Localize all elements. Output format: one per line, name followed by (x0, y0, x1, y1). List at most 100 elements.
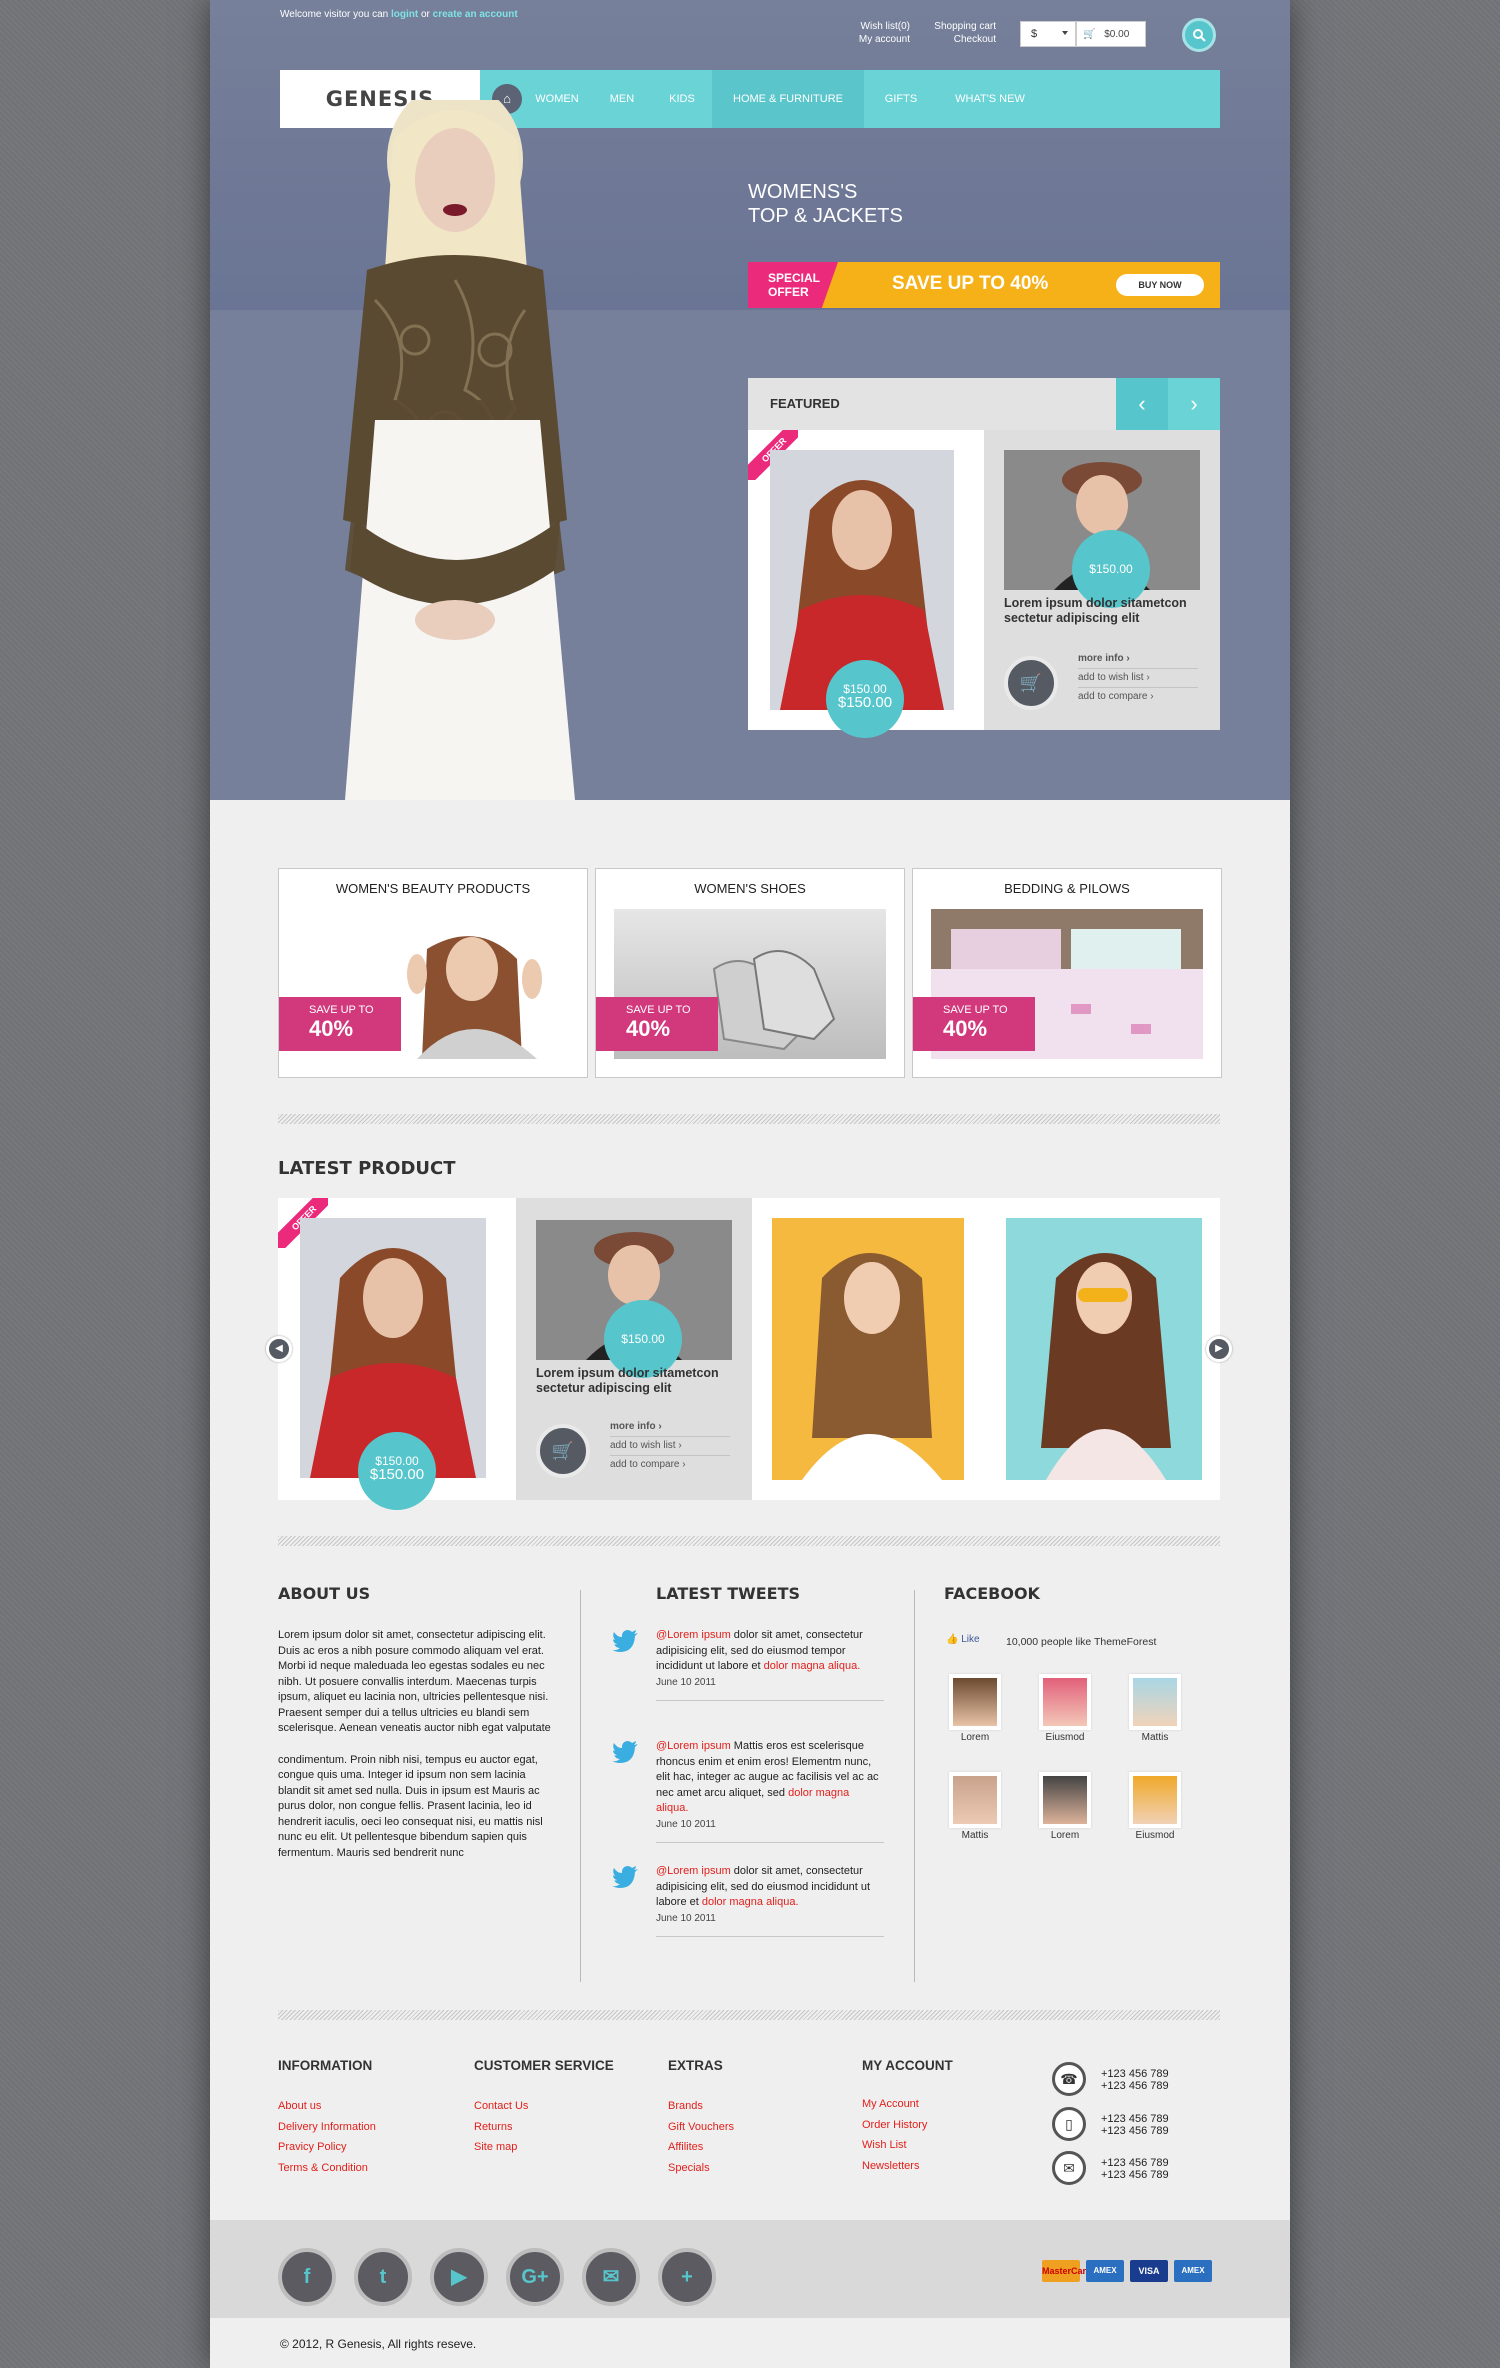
facebook-fan[interactable]: Mattis (1124, 1674, 1186, 1743)
search-button[interactable] (1182, 18, 1216, 52)
product-image[interactable] (1006, 1218, 1202, 1480)
footer-link[interactable]: Terms & Condition (278, 2158, 376, 2179)
google-plus-icon[interactable]: G+ (506, 2248, 564, 2306)
featured-prev-button[interactable]: ‹ (1116, 378, 1168, 430)
featured-next-button[interactable]: › (1168, 378, 1220, 430)
twitter-icon (612, 1866, 638, 1888)
facebook-fan[interactable]: Lorem (944, 1674, 1006, 1743)
cart-summary[interactable]: 🛒 $0.00 (1076, 21, 1146, 47)
tweet-link[interactable]: dolor magna aliqua. (764, 1660, 861, 1672)
email-icon[interactable]: ✉ (582, 2248, 640, 2306)
mobile-number: +123 456 789 +123 456 789 (1101, 2113, 1169, 2137)
product-description[interactable]: Lorem ipsum dolor sitametcon sectetur ad… (536, 1366, 736, 1396)
hero-title: WOMENS'S TOP & JACKETS (748, 181, 903, 227)
carousel-prev-button[interactable]: ◀ (266, 1336, 292, 1362)
footer-link[interactable]: Contact Us (474, 2096, 528, 2117)
twitter-icon (612, 1630, 638, 1652)
discount-badge: SAVE UP TO 40% (596, 997, 718, 1051)
phone-icon: ☎ (1052, 2062, 1086, 2096)
page: Welcome visitor you can logint or create… (210, 0, 1290, 2368)
footer-my-account-links: My Account Order History Wish List Newsl… (862, 2094, 927, 2176)
create-account-link[interactable]: create an account (433, 9, 518, 20)
category-card-bedding[interactable]: BEDDING & PILOWS SAVE UP TO 40% (912, 868, 1222, 1078)
tweet-handle[interactable]: @Lorem ipsum (656, 1865, 731, 1877)
footer-link[interactable]: Newsletters (862, 2156, 927, 2177)
wishlist-link[interactable]: Wish list(0) (830, 20, 910, 33)
about-us-title: ABOUT US (278, 1584, 371, 1603)
footer-link[interactable]: Returns (474, 2117, 528, 2138)
buy-now-button[interactable]: BUY NOW (1116, 274, 1204, 296)
mail-contact: +123 456 789 +123 456 789 (1101, 2157, 1169, 2181)
product-description[interactable]: Lorem ipsum dolor sitametcon sectetur ad… (1004, 596, 1204, 626)
product-price: $150.00 $150.00 (358, 1432, 436, 1510)
facebook-like-button[interactable]: 👍 Like (946, 1634, 980, 1645)
my-account-link[interactable]: My account (830, 33, 910, 46)
footer-link[interactable]: Affilites (668, 2137, 734, 2158)
footer-link[interactable]: Site map (474, 2137, 528, 2158)
nav-item-whats-new[interactable]: WHAT'S NEW (938, 70, 1042, 128)
add-to-cart-button[interactable]: 🛒 (1004, 656, 1058, 710)
footer-link[interactable]: Pravicy Policy (278, 2137, 376, 2158)
phone-number: +123 456 789 +123 456 789 (1101, 2068, 1169, 2092)
product-image[interactable] (772, 1218, 964, 1480)
twitter-icon[interactable]: t (354, 2248, 412, 2306)
footer-link[interactable]: Gift Vouchers (668, 2117, 734, 2138)
account-links: Wish list(0) My account (830, 20, 910, 46)
amex-icon: AMEX (1086, 2260, 1124, 2282)
footer-extras-links: Brands Gift Vouchers Affilites Specials (668, 2096, 734, 2178)
tweet-date: June 10 2011 (656, 1912, 716, 1924)
special-offer-label: SPECIAL OFFER (748, 262, 838, 308)
category-title: BEDDING & PILOWS (1004, 881, 1130, 896)
footer-customer-service-title: CUSTOMER SERVICE (474, 2058, 614, 2073)
divider (278, 2010, 1220, 2020)
cart-icon: 🛒 (1083, 29, 1096, 40)
carousel-next-button[interactable]: ▶ (1206, 1336, 1232, 1362)
nav-item-gifts[interactable]: GIFTS (864, 70, 938, 128)
copyright: © 2012, R Genesis, All rights reseve. (280, 2337, 477, 2351)
nav-item-kids[interactable]: KIDS (652, 70, 712, 128)
facebook-fan[interactable]: Mattis (944, 1772, 1006, 1841)
currency-select[interactable]: $ (1020, 21, 1076, 47)
tweet-handle[interactable]: @Lorem ipsum (656, 1740, 731, 1752)
footer-link[interactable]: Wish List (862, 2135, 927, 2156)
facebook-fan[interactable]: Eiusmod (1124, 1772, 1186, 1841)
plus-icon[interactable]: + (658, 2248, 716, 2306)
login-link[interactable]: logint (391, 9, 418, 20)
chevron-right-icon: ▶ (1215, 1343, 1223, 1354)
tweet: @Lorem ipsum dolor sit amet, consectetur… (612, 1628, 884, 1701)
add-to-compare-link[interactable]: add to compare › (610, 1456, 730, 1474)
discount-badge: SAVE UP TO 40% (913, 997, 1035, 1051)
footer-link[interactable]: About us (278, 2096, 376, 2117)
footer-customer-service-links: Contact Us Returns Site map (474, 2096, 528, 2158)
tweet-handle[interactable]: @Lorem ipsum (656, 1629, 731, 1641)
footer-my-account-title: MY ACCOUNT (862, 2058, 953, 2073)
more-info-link[interactable]: more info › (1078, 650, 1198, 669)
more-info-link[interactable]: more info › (610, 1418, 730, 1437)
footer-link[interactable]: Order History (862, 2115, 927, 2136)
footer-link[interactable]: My Account (862, 2094, 927, 2115)
add-to-compare-link[interactable]: add to compare › (1078, 688, 1198, 706)
add-to-wishlist-link[interactable]: add to wish list › (610, 1437, 730, 1456)
youtube-icon[interactable]: ▶ (430, 2248, 488, 2306)
amex-icon: AMEX (1174, 2260, 1212, 2282)
facebook-fan[interactable]: Lorem (1034, 1772, 1096, 1841)
nav-item-home-furniture[interactable]: HOME & FURNITURE (712, 70, 864, 128)
special-offer-banner[interactable]: SPECIAL OFFER SAVE UP TO 40% BUY NOW (748, 262, 1220, 308)
footer-link[interactable]: Specials (668, 2158, 734, 2179)
facebook-like-count: 10,000 people like ThemeForest (1006, 1636, 1157, 1648)
footer-link[interactable]: Brands (668, 2096, 734, 2117)
facebook-icon[interactable]: f (278, 2248, 336, 2306)
facebook-fan[interactable]: Eiusmod (1034, 1674, 1096, 1743)
checkout-link[interactable]: Checkout (910, 33, 996, 46)
tweet-link[interactable]: dolor magna aliqua. (702, 1896, 799, 1908)
add-to-cart-button[interactable]: 🛒 (536, 1424, 590, 1478)
category-card-beauty[interactable]: WOMEN'S BEAUTY PRODUCTS SAVE UP TO 40% (278, 868, 588, 1078)
latest-product-title: LATEST PRODUCT (278, 1158, 456, 1179)
category-card-shoes[interactable]: WOMEN'S SHOES SAVE UP TO 40% (595, 868, 905, 1078)
category-title: WOMEN'S BEAUTY PRODUCTS (335, 881, 531, 896)
facebook-title: FACEBOOK (944, 1584, 1040, 1603)
footer-link[interactable]: Delivery Information (278, 2117, 376, 2138)
add-to-wishlist-link[interactable]: add to wish list › (1078, 669, 1198, 688)
shopping-cart-link[interactable]: Shopping cart (910, 20, 996, 33)
cart-icon: 🛒 (1019, 673, 1043, 693)
